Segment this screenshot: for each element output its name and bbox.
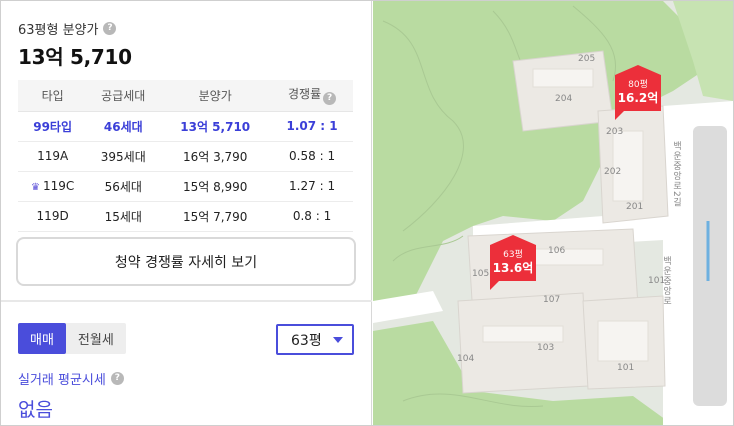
map-view[interactable]: 205 204 203 202 201 106 105 107 101 104 … (373, 1, 733, 425)
building-label: 105 (472, 269, 490, 279)
size-select-value: 63평 (291, 332, 322, 349)
header-ratio: 경쟁률? (271, 80, 353, 112)
cell-ratio: 1.07 : 1 (271, 111, 353, 142)
marker-tail (615, 111, 624, 120)
section-divider (1, 300, 372, 302)
marker-tail (490, 281, 499, 290)
building-label: 205 (578, 54, 596, 64)
building-label: 203 (606, 127, 624, 137)
avg-price-value: 없음 (18, 399, 53, 421)
cell-households: 56세대 (87, 171, 160, 202)
road-label: 백운중앙로2길 (671, 141, 681, 208)
marker-peak (615, 65, 661, 75)
marker-peak (490, 235, 536, 245)
cell-type: ♛ 119C (18, 171, 88, 202)
price-title: 63평형 분양가 ? (18, 19, 117, 38)
marker-price: 13.6억 (492, 261, 534, 275)
cell-type: 119A (18, 141, 88, 172)
info-panel: 63평형 분양가 ? 13억 5,710 타입 공급세대 분양가 경쟁률? 99… (1, 1, 372, 425)
table-header-row: 타입 공급세대 분양가 경쟁률? (18, 80, 353, 112)
table-row[interactable]: 119A 395세대 16억 3,790 0.58 : 1 (18, 141, 353, 172)
avg-price-title: 실거래 평균시세 ? (18, 369, 124, 388)
price-marker[interactable]: 80평 16.2억 (615, 65, 661, 120)
cell-households: 15세대 (87, 201, 160, 232)
cell-households: 46세대 (87, 111, 160, 142)
cell-price: 15억 7,790 (159, 201, 272, 232)
marker-body: 63평 13.6억 (490, 245, 536, 281)
header-price: 분양가 (159, 80, 272, 112)
building-label: 104 (457, 354, 475, 364)
header-households: 공급세대 (87, 80, 160, 112)
building-label: 204 (555, 94, 573, 104)
cell-type: 119D (18, 201, 88, 232)
building-label: 107 (543, 295, 561, 305)
help-icon[interactable]: ? (103, 22, 117, 35)
marker-body: 80평 16.2억 (615, 75, 661, 111)
header-type: 타입 (18, 80, 88, 112)
marker-size: 80평 (628, 80, 648, 90)
building-label: 202 (604, 167, 622, 177)
table-row[interactable]: 99타입 46세대 13억 5,710 1.07 : 1 (18, 111, 353, 142)
trade-type-tabs: 매매 전월세 (18, 323, 126, 354)
help-icon[interactable]: ? (323, 92, 337, 106)
supply-table: 타입 공급세대 분양가 경쟁률? 99타입 46세대 13억 5,710 1.0… (18, 80, 353, 232)
building-label: 103 (537, 343, 555, 353)
help-icon[interactable]: ? (110, 372, 124, 385)
price-value: 13억 5,710 (18, 45, 132, 69)
cell-ratio: 1.27 : 1 (271, 171, 353, 202)
caret-down-icon (333, 337, 343, 343)
cell-households: 395세대 (87, 141, 160, 172)
table-row[interactable]: 119D 15세대 15억 7,790 0.8 : 1 (18, 201, 353, 232)
cell-price: 16억 3,790 (159, 141, 272, 172)
avg-price-title-text: 실거래 평균시세 (18, 373, 106, 388)
map-canvas (373, 1, 733, 425)
marker-price: 16.2억 (617, 91, 659, 105)
building-label: 101 (617, 363, 635, 373)
cell-ratio: 0.8 : 1 (271, 201, 353, 232)
crown-icon: ♛ (30, 182, 40, 193)
cell-price: 15억 8,990 (159, 171, 272, 202)
cell-price: 13억 5,710 (159, 111, 272, 142)
tab-rent[interactable]: 전월세 (66, 323, 126, 354)
marker-size: 63평 (503, 250, 523, 260)
size-select[interactable]: 63평 (276, 324, 354, 355)
price-marker[interactable]: 63평 13.6억 (490, 235, 536, 290)
tab-sale[interactable]: 매매 (18, 323, 66, 354)
cell-type-text: 119C (42, 179, 75, 193)
building-label: 106 (548, 246, 566, 256)
price-title-text: 63평형 분양가 (18, 23, 99, 38)
building-label: 201 (626, 202, 644, 212)
road-label: 백운중앙로 (661, 256, 671, 306)
cell-type: 99타입 (18, 111, 88, 142)
cell-ratio: 0.58 : 1 (271, 141, 353, 172)
header-ratio-text: 경쟁률 (288, 87, 322, 102)
competition-detail-button[interactable]: 청약 경쟁률 자세히 보기 (16, 237, 356, 286)
table-row[interactable]: ♛ 119C 56세대 15억 8,990 1.27 : 1 (18, 171, 353, 202)
